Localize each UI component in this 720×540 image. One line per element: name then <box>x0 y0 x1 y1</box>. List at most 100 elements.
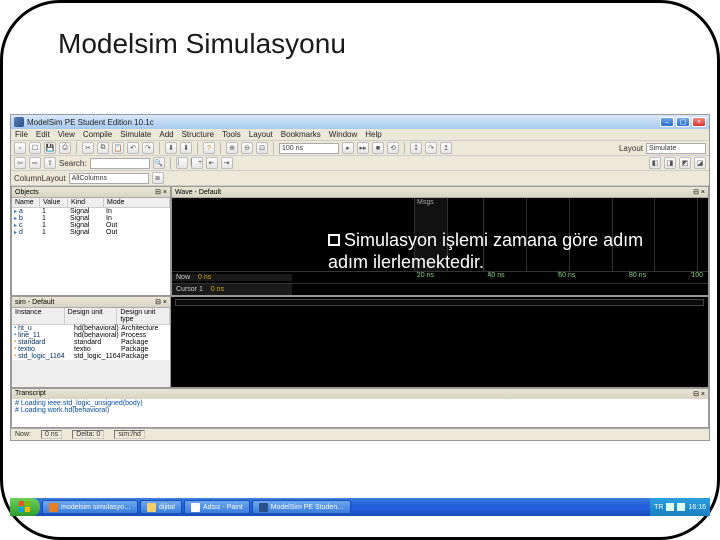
nav-up-button[interactable]: ⇧ <box>44 157 56 169</box>
add-cursor-button[interactable]: ⎸+ <box>191 157 203 169</box>
nav-back-button[interactable]: ⇦ <box>14 157 26 169</box>
objects-row[interactable]: c1SignalOut <box>12 222 170 229</box>
sim-col-type[interactable]: Design unit type <box>117 308 170 324</box>
menu-bookmarks[interactable]: Bookmarks <box>281 130 321 139</box>
paste-button[interactable]: 📋 <box>112 142 124 154</box>
tray-lang[interactable]: TR <box>654 504 663 511</box>
step-over-button[interactable]: ↷ <box>425 142 437 154</box>
tray-icon[interactable] <box>666 503 674 511</box>
sim-row[interactable]: line_11hd(behavioral)Process <box>12 332 170 339</box>
objects-col-name[interactable]: Name <box>12 198 40 207</box>
column-layout-select[interactable]: AllColumns <box>69 173 149 184</box>
minimize-button[interactable]: – <box>660 117 674 127</box>
taskbar-item[interactable]: dijital <box>140 500 182 514</box>
sim-row[interactable]: std_logic_1164std_logic_1164Package <box>12 353 170 360</box>
search-button[interactable]: 🔍 <box>153 157 165 169</box>
sim-undock-button[interactable]: ⊟ × <box>155 298 167 306</box>
wave-undock-button[interactable]: ⊟ × <box>693 188 705 196</box>
tray-icon[interactable] <box>677 503 685 511</box>
run-all-button[interactable]: ▸▸ <box>357 142 369 154</box>
menu-structure[interactable]: Structure <box>182 130 214 139</box>
sim-body: Instance Design unit Design unit type ht… <box>12 308 170 360</box>
maximize-button[interactable]: ▢ <box>676 117 690 127</box>
objects-row[interactable]: d1SignalOut <box>12 229 170 236</box>
menu-edit[interactable]: Edit <box>36 130 50 139</box>
menu-window[interactable]: Window <box>329 130 357 139</box>
wave-tool-c-button[interactable]: ◩ <box>679 157 691 169</box>
cursor-track[interactable] <box>292 284 708 295</box>
wave-overview-bar[interactable] <box>175 299 704 306</box>
sim-row[interactable]: standardstandardPackage <box>12 339 170 346</box>
cursor-label: Cursor 1 <box>172 286 207 293</box>
print-button[interactable]: ⎙ <box>59 142 71 154</box>
help-button[interactable]: ? <box>203 142 215 154</box>
nav-fwd-button[interactable]: ⇨ <box>29 157 41 169</box>
compile-all-button[interactable]: ⬇ <box>180 142 192 154</box>
menu-help[interactable]: Help <box>365 130 381 139</box>
copy-button[interactable]: ⧉ <box>97 142 109 154</box>
menu-file[interactable]: File <box>15 130 28 139</box>
zoom-out-button[interactable]: ⊖ <box>241 142 253 154</box>
modelsim-icon <box>259 503 268 512</box>
transcript-body[interactable]: Loading ieee.std_logic_unsigned(body) Lo… <box>12 399 708 415</box>
wave-tool-b-button[interactable]: ◨ <box>664 157 676 169</box>
sim-row[interactable]: textiotextioPackage <box>12 346 170 353</box>
open-button[interactable]: ☐ <box>29 142 41 154</box>
compile-button[interactable]: ⬇ <box>165 142 177 154</box>
objects-body: Name Value Kind Mode a1SignalIn b1Signal… <box>12 198 170 295</box>
zoom-full-button[interactable]: ⊡ <box>256 142 268 154</box>
wave-zoom-panel[interactable] <box>171 296 709 388</box>
undo-button[interactable]: ↶ <box>127 142 139 154</box>
menu-add[interactable]: Add <box>159 130 173 139</box>
break-button[interactable]: ■ <box>372 142 384 154</box>
wave-tool-a-button[interactable]: ◧ <box>649 157 661 169</box>
new-button[interactable]: ▫ <box>14 142 26 154</box>
close-button[interactable]: × <box>692 117 706 127</box>
menu-compile[interactable]: Compile <box>83 130 112 139</box>
sim-row[interactable]: ht_uhd(behavioral)Architecture <box>12 325 170 332</box>
sim-title: sim - Default <box>15 299 54 306</box>
system-tray[interactable]: TR 16:16 <box>650 498 710 516</box>
wave-title: Wave - Default <box>175 189 221 196</box>
redo-button[interactable]: ↷ <box>142 142 154 154</box>
menu-view[interactable]: View <box>58 130 75 139</box>
objects-col-mode[interactable]: Mode <box>104 198 170 207</box>
objects-title: Objects <box>15 189 39 196</box>
next-edge-button[interactable]: ⇥ <box>221 157 233 169</box>
menu-simulate[interactable]: Simulate <box>120 130 151 139</box>
tray-clock[interactable]: 16:16 <box>688 504 706 511</box>
sim-col-design-unit[interactable]: Design unit <box>65 308 118 324</box>
search-label: Search: <box>59 159 87 168</box>
objects-col-value[interactable]: Value <box>40 198 68 207</box>
status-sim-path: sim:/hd <box>114 430 145 439</box>
zoom-in-button[interactable]: ⊕ <box>226 142 238 154</box>
objects-row[interactable]: a1SignalIn <box>12 208 170 215</box>
menu-tools[interactable]: Tools <box>222 130 241 139</box>
save-button[interactable]: 💾 <box>44 142 56 154</box>
cursor-button[interactable]: ⎸ <box>176 157 188 169</box>
cut-button[interactable]: ✂ <box>82 142 94 154</box>
taskbar-item[interactable]: Adsız - Paint <box>184 500 250 514</box>
wave-tool-d-button[interactable]: ◪ <box>694 157 706 169</box>
run-length-input[interactable]: 100 ns <box>279 143 339 154</box>
prev-edge-button[interactable]: ⇤ <box>206 157 218 169</box>
search-input[interactable] <box>90 158 150 169</box>
objects-col-kind[interactable]: Kind <box>68 198 104 207</box>
restart-button[interactable]: ⟲ <box>387 142 399 154</box>
objects-row[interactable]: b1SignalIn <box>12 215 170 222</box>
step-button[interactable]: ↧ <box>410 142 422 154</box>
col-config-button[interactable]: ≣ <box>152 172 164 184</box>
objects-undock-button[interactable]: ⊟ × <box>155 188 167 196</box>
taskbar-item[interactable]: ModelSim PE Studen… <box>252 500 352 514</box>
taskbar-item[interactable]: modelsim simulasyo… <box>42 500 138 514</box>
wave-cursor-row: Cursor 10 ns <box>172 283 708 295</box>
sim-col-instance[interactable]: Instance <box>12 308 65 324</box>
run-button[interactable]: ▸ <box>342 142 354 154</box>
layout-select[interactable]: Simulate <box>646 143 706 154</box>
start-button[interactable] <box>10 498 40 516</box>
transcript-undock-button[interactable]: ⊟ × <box>693 390 705 398</box>
time-tick: 100 <box>691 272 703 279</box>
menu-layout[interactable]: Layout <box>249 130 273 139</box>
wave-time-ruler[interactable]: 20 ns 40 ns 60 ns 80 ns 100 <box>292 272 708 283</box>
step-out-button[interactable]: ↥ <box>440 142 452 154</box>
